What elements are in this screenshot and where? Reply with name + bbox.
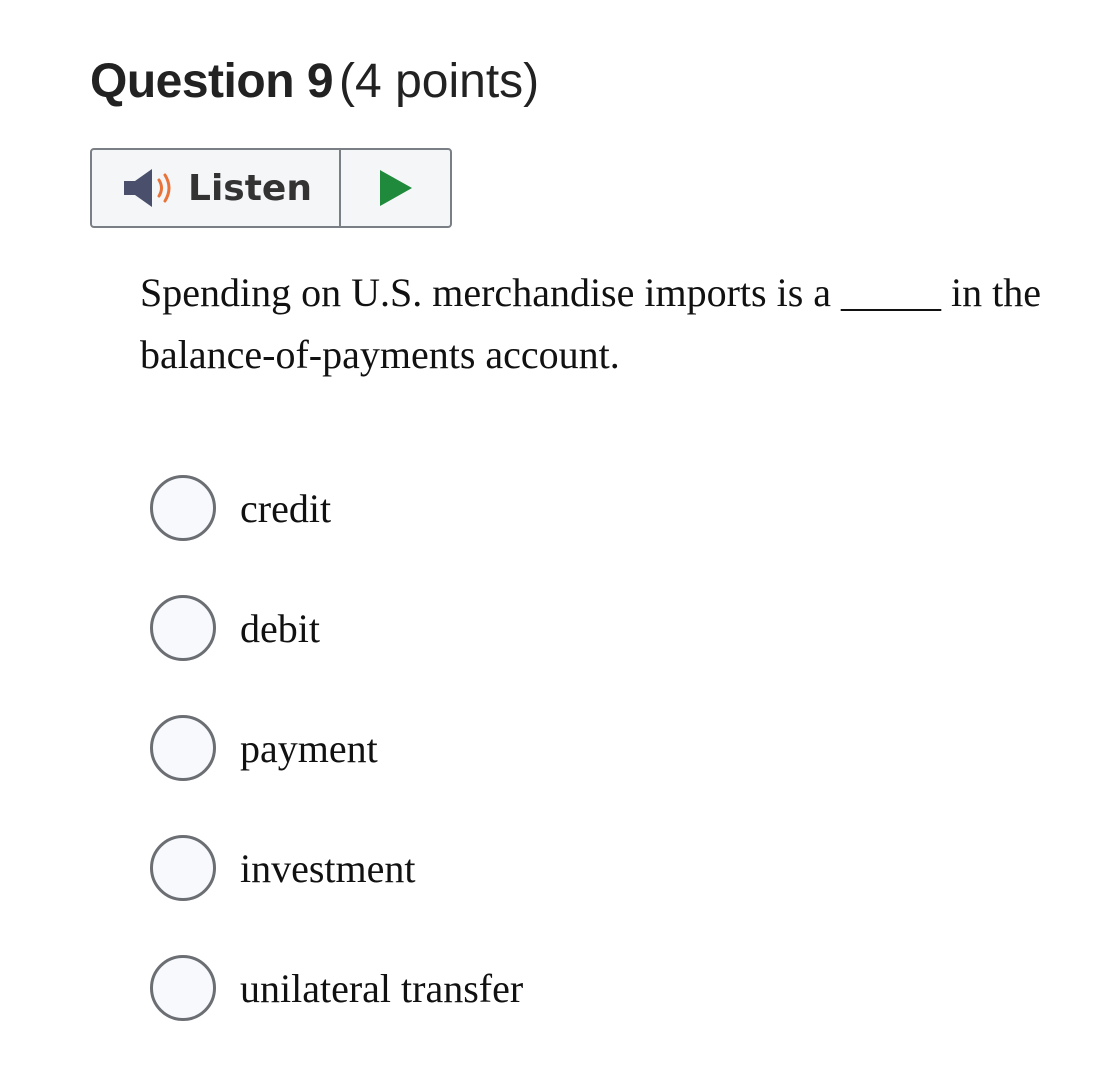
answer-option-credit[interactable]: credit	[150, 470, 523, 546]
question-points: (4 points)	[339, 55, 540, 108]
answer-option-investment[interactable]: investment	[150, 830, 523, 906]
question-header: Question 9 (4 points)	[90, 50, 539, 114]
radio-button[interactable]	[150, 835, 216, 901]
radio-button[interactable]	[150, 595, 216, 661]
listen-label: Listen	[188, 167, 312, 209]
speaker-icon	[124, 169, 171, 207]
answer-option-debit[interactable]: debit	[150, 590, 523, 666]
listen-widget: Listen	[90, 148, 452, 228]
radio-button[interactable]	[150, 475, 216, 541]
play-button[interactable]	[341, 150, 450, 226]
answer-option-payment[interactable]: payment	[150, 710, 523, 786]
radio-button[interactable]	[150, 955, 216, 1021]
question-number: Question 9	[90, 55, 334, 108]
answer-option-unilateral-transfer[interactable]: unilateral transfer	[150, 950, 523, 1026]
play-icon	[379, 170, 412, 206]
question-text: Spending on U.S. merchandise imports is …	[140, 270, 1042, 377]
answer-label: debit	[240, 605, 320, 651]
answer-label: investment	[240, 845, 416, 891]
answer-label: credit	[240, 485, 332, 531]
answer-label: unilateral transfer	[240, 965, 524, 1011]
listen-button[interactable]: Listen	[92, 150, 341, 226]
radio-button[interactable]	[150, 715, 216, 781]
answer-list: credit debit payment investment unilater…	[150, 470, 523, 1070]
answer-label: payment	[240, 725, 378, 771]
